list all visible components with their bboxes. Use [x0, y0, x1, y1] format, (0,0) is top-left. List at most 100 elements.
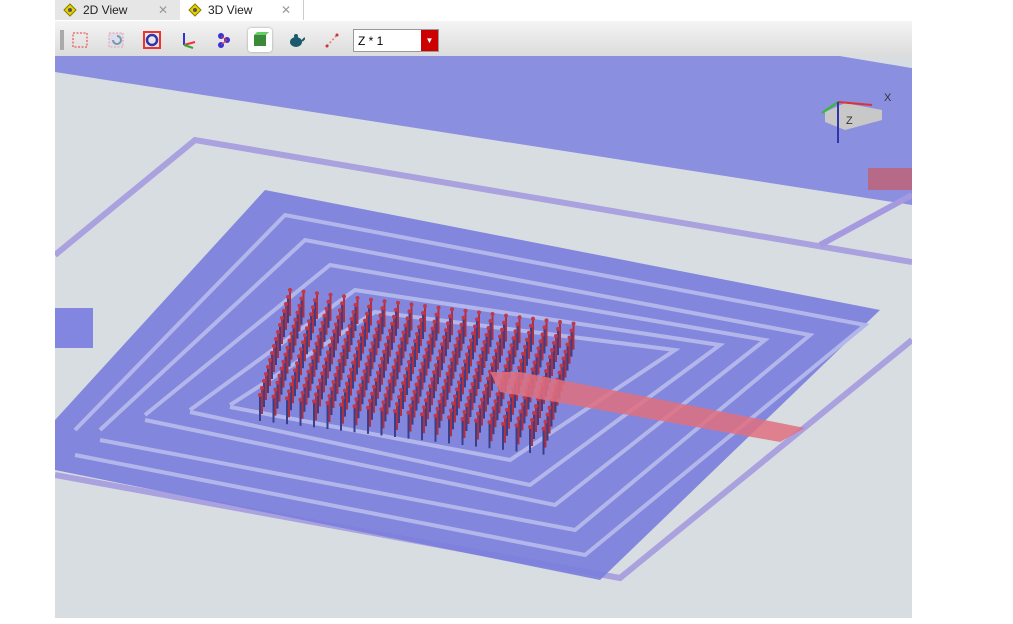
- via-head: [426, 340, 431, 345]
- via-head: [419, 318, 423, 322]
- via-head: [455, 387, 459, 392]
- via-head: [436, 356, 440, 361]
- via-head: [376, 320, 381, 325]
- via-head: [450, 307, 454, 312]
- select-box-icon[interactable]: [68, 28, 92, 52]
- via-head: [424, 398, 428, 403]
- via-head: [316, 334, 321, 339]
- via-head: [503, 364, 508, 369]
- via-head: [434, 312, 439, 317]
- via-head: [353, 353, 357, 358]
- via-head: [283, 352, 288, 357]
- via-head: [287, 338, 292, 343]
- via-head: [345, 381, 349, 386]
- via-head: [266, 365, 270, 369]
- via-head: [367, 304, 371, 309]
- toolbar-grip[interactable]: [60, 30, 64, 50]
- via-head: [391, 365, 396, 370]
- via-head: [407, 309, 412, 314]
- via-head: [307, 319, 311, 324]
- via-head: [447, 364, 452, 369]
- via-head: [434, 363, 438, 368]
- via-head: [386, 335, 390, 340]
- via-head: [286, 295, 290, 299]
- 3d-viewport[interactable]: X Z: [55, 56, 912, 618]
- via-head: [309, 312, 313, 317]
- molecule-icon[interactable]: [212, 28, 236, 52]
- via-head: [272, 344, 276, 348]
- via-head: [341, 395, 345, 400]
- measure-icon[interactable]: [320, 28, 344, 52]
- via-head: [324, 357, 328, 362]
- via-head: [393, 409, 397, 413]
- via-head: [455, 336, 460, 341]
- via-head: [305, 326, 309, 331]
- via-head: [289, 331, 294, 336]
- teapot-icon[interactable]: [284, 28, 308, 52]
- via-head: [384, 342, 388, 347]
- via-head: [509, 393, 513, 398]
- via-head: [478, 354, 483, 358]
- via-head: [383, 393, 388, 398]
- via-head: [339, 352, 344, 356]
- via-head: [301, 340, 305, 345]
- via-head: [415, 332, 419, 336]
- via-head: [293, 368, 297, 373]
- 3d-scene[interactable]: X Z: [55, 56, 912, 618]
- via-head: [368, 398, 372, 403]
- via-head: [343, 388, 347, 393]
- via-head: [285, 396, 289, 401]
- via-head: [463, 359, 467, 364]
- via-head: [480, 397, 484, 402]
- via-head: [543, 419, 548, 424]
- via-head: [420, 361, 425, 366]
- via-connector: [868, 168, 912, 190]
- tab-2d-view[interactable]: 2D View ✕: [55, 0, 180, 20]
- via-head: [393, 358, 398, 363]
- via-head: [515, 322, 520, 327]
- tab-3d-view[interactable]: 3D View ✕: [180, 0, 304, 20]
- via-head: [314, 341, 319, 346]
- axes-icon[interactable]: [176, 28, 200, 52]
- via-head: [490, 362, 494, 367]
- via-head: [443, 378, 448, 383]
- via-head: [366, 355, 371, 360]
- via-head: [516, 416, 521, 421]
- z-scale-select[interactable]: Z * 1 ▼: [353, 29, 439, 52]
- via-head: [518, 409, 523, 414]
- close-icon[interactable]: ✕: [158, 3, 168, 17]
- via-head: [490, 312, 495, 316]
- via-head: [503, 414, 507, 419]
- via-head: [413, 339, 417, 343]
- via-head: [262, 379, 266, 383]
- via-head: [410, 396, 415, 401]
- via-head: [556, 327, 560, 331]
- via-head: [480, 347, 485, 351]
- via-head: [507, 400, 511, 405]
- via-head: [532, 411, 536, 415]
- rotate-icon[interactable]: [104, 28, 128, 52]
- via-head: [347, 324, 352, 328]
- via-head: [409, 302, 414, 307]
- via-head: [436, 305, 441, 310]
- via-head: [523, 344, 527, 349]
- via-head: [470, 382, 475, 386]
- solid-view-icon[interactable]: [248, 28, 272, 52]
- via-head: [301, 289, 306, 294]
- via-head: [466, 396, 471, 400]
- close-icon[interactable]: ✕: [281, 3, 291, 17]
- circle-select-icon[interactable]: [140, 28, 164, 52]
- via-head: [387, 379, 392, 384]
- chevron-down-icon[interactable]: ▼: [421, 30, 438, 51]
- via-head: [357, 339, 361, 344]
- via-head: [422, 354, 427, 359]
- z-scale-value: Z * 1: [358, 33, 384, 48]
- via-head: [260, 386, 264, 390]
- via-head: [547, 405, 552, 410]
- via-head: [414, 382, 419, 387]
- via-head: [489, 413, 494, 418]
- via-head: [327, 394, 332, 398]
- diamond-icon: [188, 3, 202, 17]
- via-head: [403, 323, 408, 328]
- via-head: [345, 331, 350, 335]
